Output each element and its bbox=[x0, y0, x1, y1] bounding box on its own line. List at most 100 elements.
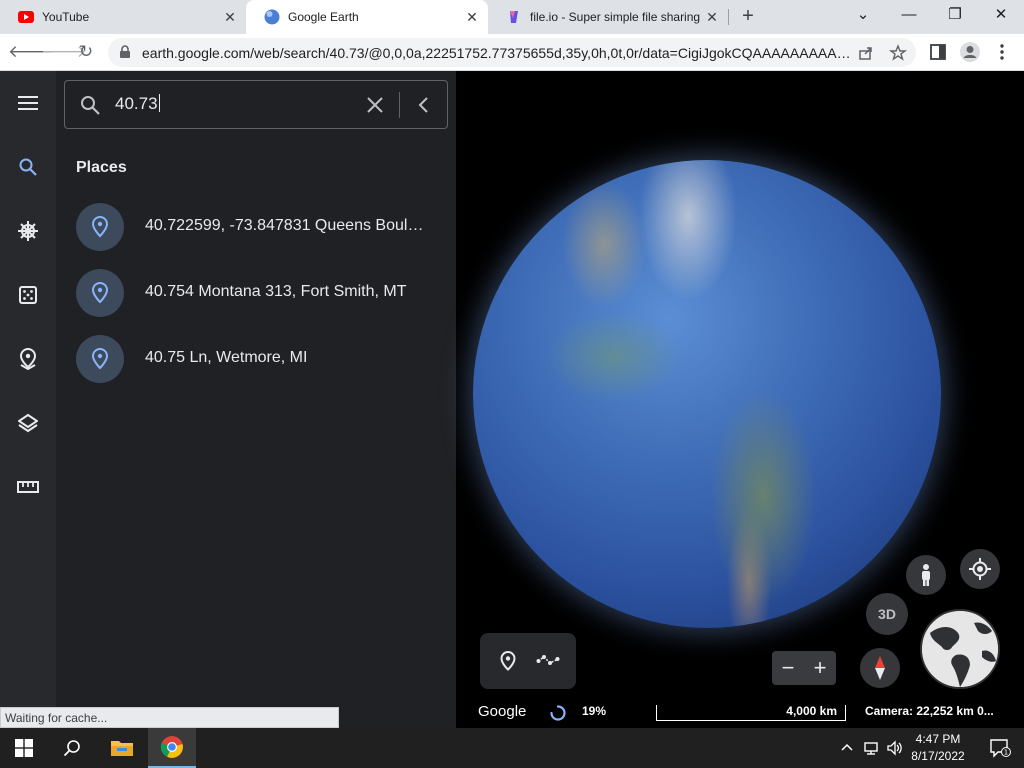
result-pin-badge bbox=[76, 203, 124, 251]
search-input[interactable]: 40.73 bbox=[115, 94, 160, 114]
chrome-icon bbox=[160, 736, 183, 758]
tab-fileio[interactable]: file.io - Super simple file sharing ✕ bbox=[488, 0, 728, 34]
youtube-icon bbox=[18, 11, 34, 23]
tab-title: file.io - Super simple file sharing bbox=[530, 10, 701, 24]
chrome-taskbar-button[interactable] bbox=[148, 728, 196, 768]
search-divider bbox=[399, 92, 400, 118]
share-icon[interactable] bbox=[856, 43, 876, 63]
folder-icon bbox=[111, 741, 133, 756]
search-result-item[interactable]: 40.722599, -73.847831 Queens Boulevard, … bbox=[56, 196, 456, 256]
search-box[interactable]: 40.73 bbox=[64, 80, 448, 129]
rail-map-style-button[interactable] bbox=[14, 409, 42, 437]
google-earth-icon bbox=[264, 9, 280, 25]
layers-icon bbox=[18, 413, 38, 433]
menu-kebab-icon[interactable] bbox=[990, 40, 1014, 64]
close-window-button[interactable]: ✕ bbox=[978, 0, 1024, 30]
bookmark-star-icon[interactable] bbox=[888, 43, 908, 63]
reload-button[interactable]: ↻ bbox=[73, 39, 99, 65]
rail-search-button[interactable] bbox=[14, 153, 42, 181]
collapse-panel-icon[interactable] bbox=[412, 93, 436, 117]
file-explorer-button[interactable] bbox=[98, 728, 146, 768]
tab-separator bbox=[728, 9, 729, 25]
search-result-item[interactable]: 40.754 Montana 313, Fort Smith, MT bbox=[56, 262, 456, 322]
browser-toolbar: 🡐 🡒 ↻ earth.google.com/web/search/40.73/… bbox=[0, 34, 1024, 71]
search-result-item[interactable]: 40.75 Ln, Wetmore, MI bbox=[56, 328, 456, 388]
search-panel: 40.73 Places 40.722599, -73.847831 Queen… bbox=[56, 71, 456, 728]
ship-wheel-icon bbox=[18, 221, 38, 241]
earth-globe[interactable] bbox=[473, 160, 941, 628]
result-pin-badge bbox=[76, 269, 124, 317]
nav-rail bbox=[0, 71, 56, 728]
text-caret bbox=[158, 94, 160, 112]
tab-title: Google Earth bbox=[288, 10, 359, 24]
windows-logo-icon bbox=[15, 739, 33, 757]
close-tab-icon[interactable]: ✕ bbox=[462, 9, 482, 26]
location-pin-icon bbox=[91, 348, 109, 370]
scale-bar: 4,000 km bbox=[656, 704, 846, 721]
back-button[interactable]: 🡐 bbox=[8, 39, 54, 65]
new-tab-button[interactable]: + bbox=[736, 4, 760, 28]
dice-icon bbox=[19, 286, 37, 304]
tab-google-earth[interactable]: Google Earth ✕ bbox=[246, 0, 488, 34]
loading-percentage: 19% bbox=[582, 704, 607, 718]
search-icon bbox=[63, 740, 80, 757]
add-placemark-icon[interactable] bbox=[496, 649, 520, 673]
hamburger-icon bbox=[18, 96, 38, 110]
minimize-button[interactable]: — bbox=[886, 0, 932, 30]
browser-status-bubble: Waiting for cache... bbox=[0, 707, 339, 728]
tab-title: YouTube bbox=[42, 10, 90, 24]
screen: YouTube ✕ Google Earth ✕ file.io - Super… bbox=[0, 0, 1024, 768]
minimap-globe[interactable] bbox=[920, 609, 1000, 689]
forward-button[interactable]: 🡒 bbox=[41, 39, 87, 65]
pegman-icon bbox=[922, 564, 930, 586]
map-status-bar: Google 19% 4,000 km Camera: 22,252 km 0.… bbox=[456, 699, 1024, 728]
lock-icon[interactable] bbox=[118, 45, 132, 59]
clock-time: 4:47 PM bbox=[915, 732, 961, 746]
my-location-button[interactable] bbox=[960, 549, 1000, 589]
address-bar[interactable]: earth.google.com/web/search/40.73/@0,0,0… bbox=[108, 38, 916, 67]
url-text[interactable]: earth.google.com/web/search/40.73/@0,0,0… bbox=[142, 45, 854, 61]
search-icon bbox=[19, 158, 37, 176]
close-tab-icon[interactable]: ✕ bbox=[702, 9, 722, 26]
zoom-out-button[interactable]: − bbox=[774, 654, 802, 682]
compass-button[interactable] bbox=[860, 648, 900, 688]
fileio-icon bbox=[510, 11, 518, 23]
zoom-controls: − + bbox=[772, 651, 836, 685]
location-pin-icon bbox=[91, 282, 109, 304]
action-center-button[interactable]: 1 bbox=[976, 728, 1024, 768]
toggle-3d-button[interactable]: 3D bbox=[866, 593, 908, 635]
show-hidden-icons-icon[interactable] bbox=[838, 739, 856, 757]
menu-hamburger-button[interactable] bbox=[14, 89, 42, 117]
minimap-world-icon bbox=[922, 611, 998, 687]
clear-search-icon[interactable] bbox=[363, 93, 387, 117]
camera-altitude: Camera: 22,252 km 0... bbox=[865, 704, 994, 718]
result-label: 40.722599, -73.847831 Queens Boulevard, … bbox=[145, 217, 425, 234]
tab-youtube[interactable]: YouTube ✕ bbox=[0, 0, 246, 34]
tab-strip: YouTube ✕ Google Earth ✕ file.io - Super… bbox=[0, 0, 1024, 34]
close-tab-icon[interactable]: ✕ bbox=[220, 9, 240, 26]
search-query-text: 40.73 bbox=[115, 94, 158, 113]
result-label: 40.754 Montana 313, Fort Smith, MT bbox=[145, 283, 407, 300]
profile-avatar-icon[interactable] bbox=[958, 40, 982, 64]
google-logo: Google bbox=[478, 703, 527, 720]
tab-search-icon[interactable]: ⌄ bbox=[840, 0, 886, 30]
zoom-in-button[interactable]: + bbox=[806, 654, 834, 682]
draw-path-icon[interactable] bbox=[536, 649, 560, 673]
loading-spinner-icon bbox=[550, 705, 566, 721]
view-mode-label: 3D bbox=[878, 606, 896, 622]
clock-date: 8/17/2022 bbox=[911, 749, 965, 763]
ruler-icon bbox=[17, 481, 39, 493]
windows-taskbar: 4:47 PM 8/17/2022 1 bbox=[0, 728, 1024, 768]
rail-voyager-button[interactable] bbox=[14, 217, 42, 245]
taskbar-search-button[interactable] bbox=[48, 728, 96, 768]
volume-icon[interactable] bbox=[886, 739, 904, 757]
start-button[interactable] bbox=[0, 728, 48, 768]
pegman-button[interactable] bbox=[906, 555, 946, 595]
restore-button[interactable]: ❐ bbox=[932, 0, 978, 30]
network-icon[interactable] bbox=[862, 739, 880, 757]
rail-projects-button[interactable] bbox=[14, 345, 42, 373]
rail-measure-button[interactable] bbox=[14, 473, 42, 501]
system-clock[interactable]: 4:47 PM 8/17/2022 bbox=[906, 731, 970, 765]
side-panel-icon[interactable] bbox=[926, 40, 950, 64]
rail-feeling-lucky-button[interactable] bbox=[14, 281, 42, 309]
